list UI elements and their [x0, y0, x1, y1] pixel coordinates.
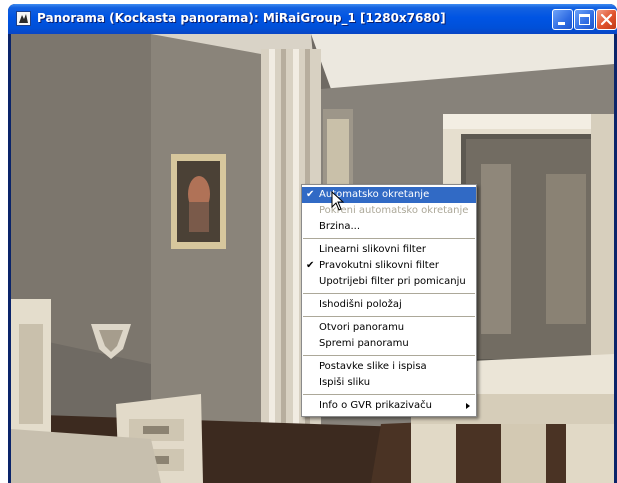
menu-item-label: Brzina... — [319, 221, 361, 232]
menu-separator — [303, 394, 475, 395]
maximize-button[interactable] — [574, 9, 595, 30]
title-bar[interactable]: Panorama (Kockasta panorama): MiRaiGroup… — [8, 4, 617, 34]
close-button[interactable] — [596, 9, 617, 30]
menu-item-label: Otvori panoramu — [319, 322, 405, 333]
checkmark-icon: ✔ — [306, 260, 315, 271]
window-title: Panorama (Kockasta panorama): MiRaiGroup… — [37, 11, 446, 25]
menu-separator — [303, 316, 475, 317]
submenu-arrow-icon — [466, 403, 470, 409]
panorama-window: Panorama (Kockasta panorama): MiRaiGroup… — [8, 4, 617, 483]
menu-item[interactable]: ✔ Pravokutni slikovni filter — [302, 258, 476, 274]
minimize-button[interactable] — [552, 9, 573, 30]
menu-item-label: Upotrijebi filter pri pomicanju — [319, 276, 466, 287]
menu-item[interactable]: Info o GVR prikazivaču — [302, 398, 476, 414]
context-menu: ✔ Automatsko okretanje Pokreni automatsko … — [301, 184, 477, 417]
menu-item-label: Ispiši sliku — [319, 377, 371, 388]
menu-item[interactable]: Ishodišni položaj — [302, 297, 476, 313]
checkmark-icon: ✔ — [306, 189, 315, 200]
menu-item-label: Postavke slike i ispisa — [319, 361, 427, 372]
menu-item[interactable]: Spremi panoramu — [302, 336, 476, 352]
menu-item[interactable]: ✔ Automatsko okretanje — [302, 187, 476, 203]
menu-item-label: Ishodišni položaj — [319, 299, 402, 310]
menu-separator — [303, 355, 475, 356]
panorama-app-icon[interactable] — [16, 11, 31, 26]
menu-item[interactable]: Otvori panoramu — [302, 320, 476, 336]
menu-item[interactable]: Postavke slike i ispisa — [302, 359, 476, 375]
mouse-pointer-icon — [331, 191, 345, 211]
menu-item[interactable]: Upotrijebi filter pri pomicanju — [302, 274, 476, 290]
close-icon — [600, 13, 613, 26]
menu-item-label: Info o GVR prikazivaču — [319, 400, 433, 411]
menu-item[interactable]: Linearni slikovni filter — [302, 242, 476, 258]
menu-item-label: Spremi panoramu — [319, 338, 409, 349]
menu-item[interactable]: Brzina... — [302, 219, 476, 235]
menu-item: Pokreni automatsko okretanje — [302, 203, 476, 219]
minimize-icon — [558, 22, 565, 25]
menu-separator — [303, 293, 475, 294]
menu-separator — [303, 238, 475, 239]
maximize-icon — [579, 14, 590, 25]
panorama-viewport[interactable]: ✔ Automatsko okretanje Pokreni automatsko … — [11, 34, 614, 483]
menu-item-label: Linearni slikovni filter — [319, 244, 426, 255]
menu-item-label: Pravokutni slikovni filter — [319, 260, 439, 271]
menu-item[interactable]: Ispiši sliku — [302, 375, 476, 391]
